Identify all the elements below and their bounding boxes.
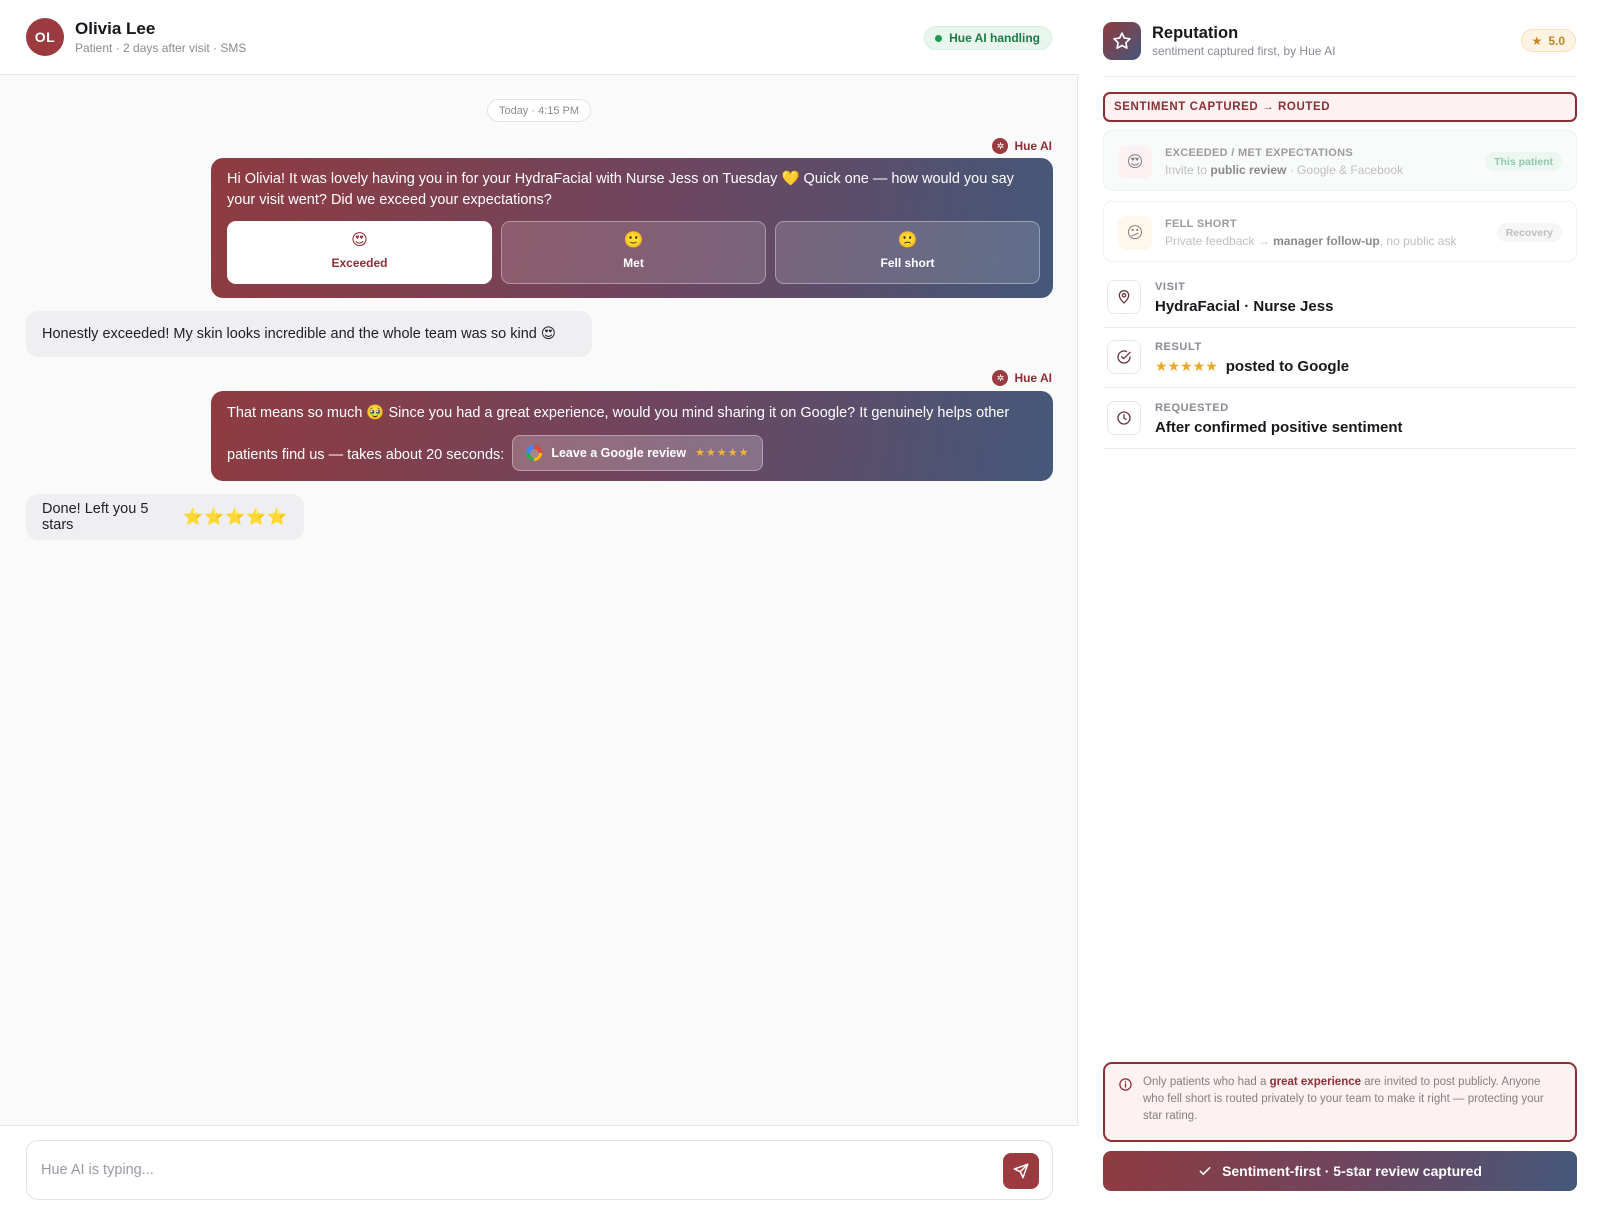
choice-label: Exceeded (331, 255, 388, 270)
status-dot-icon (935, 34, 943, 42)
composer-box (26, 1140, 1053, 1200)
info-value: After confirmed positive sentiment (1155, 419, 1403, 436)
info-value: HydraFacial · Nurse Jess (1155, 298, 1334, 315)
hue-ai-icon: ✲ (992, 138, 1009, 154)
timestamp-chip: Today · 4:15 PM (487, 99, 591, 122)
check-icon (1199, 1167, 1211, 1175)
frown-emoji-icon: 🙁 (897, 231, 918, 249)
confused-emoji-icon: 😕 (1118, 216, 1152, 250)
ai-sender-label: Hue AI (1014, 371, 1052, 385)
chat-header: OL Olivia Lee Patient · 2 days after vis… (0, 0, 1078, 75)
smile-emoji-icon: 🙂 (623, 231, 644, 249)
star-icon: ★ (1531, 33, 1543, 48)
info-row-requested: REQUESTED After confirmed positive senti… (1103, 389, 1577, 449)
info-label: REQUESTED (1155, 402, 1229, 414)
choice-fell-short-button[interactable]: 🙁 Fell short (775, 221, 1040, 284)
map-pin-icon (1107, 280, 1141, 314)
info-icon (1118, 1077, 1133, 1098)
section-label: SENTIMENT CAPTURED → ROUTED (1103, 92, 1577, 122)
google-logo-icon (526, 445, 543, 462)
info-row-visit: VISIT HydraFacial · Nurse Jess (1103, 268, 1577, 328)
heart-eyes-emoji-icon: 😍 (1118, 145, 1152, 179)
cta-label: Sentiment-first · 5-star review captured (1222, 1163, 1482, 1179)
route-badge: This patient (1485, 152, 1562, 171)
info-label: RESULT (1155, 341, 1202, 353)
ai-message-text: Hi Olivia! It was lovely having you in f… (227, 171, 1014, 208)
ai-status-badge: Hue AI handling (924, 26, 1052, 50)
clock-icon (1107, 401, 1141, 435)
choice-exceeded-button[interactable]: 😍 Exceeded (227, 221, 492, 284)
route-card-negative[interactable]: 😕 FELL SHORT Private feedback → manager … (1103, 201, 1577, 262)
stars-icon: ★★★★★ (1155, 358, 1218, 374)
choice-label: Fell short (880, 255, 935, 270)
route-badge: Recovery (1496, 223, 1562, 242)
sentiment-choices: 😍 Exceeded 🙂 Met 🙁 Fell short (227, 221, 1040, 284)
route-description: Private feedback → manager follow-up, no… (1165, 234, 1457, 248)
patient-message-bubble: Done! Left you 5 stars ⭐⭐⭐⭐⭐ (26, 494, 304, 540)
ai-message-bubble: That means so much 🥹 Since you had a gre… (211, 391, 1053, 481)
patient-message-text: Honestly exceeded! My skin looks incredi… (42, 326, 537, 342)
route-title: FELL SHORT (1165, 218, 1237, 230)
ai-sender-tag: ✲ Hue AI (992, 370, 1052, 386)
send-button[interactable] (1003, 1153, 1039, 1189)
choice-met-button[interactable]: 🙂 Met (501, 221, 766, 284)
ai-status-label: Hue AI handling (949, 31, 1040, 45)
hue-ai-icon: ✲ (992, 370, 1009, 386)
patient-message-bubble: Honestly exceeded! My skin looks incredi… (26, 311, 592, 357)
avatar[interactable]: OL (26, 18, 64, 56)
chat-pane: OL Olivia Lee Patient · 2 days after vis… (0, 0, 1078, 1213)
route-description: Invite to public review · Google & Faceb… (1165, 163, 1404, 177)
google-review-label: Leave a Google review (551, 446, 687, 461)
rating-value: 5.0 (1548, 33, 1565, 48)
heart-eyes-emoji-icon: 😍 (351, 231, 368, 249)
divider (1103, 76, 1576, 77)
contact-subtitle: Patient · 2 days after visit · SMS (75, 41, 247, 55)
policy-note: Only patients who had a great experience… (1103, 1062, 1577, 1142)
ai-sender-tag: ✲ Hue AI (992, 138, 1052, 154)
star-outline-icon (1103, 22, 1141, 60)
ai-message-bubble: Hi Olivia! It was lovely having you in f… (211, 158, 1053, 298)
heart-eyes-emoji-icon: 😍 (540, 326, 556, 342)
ai-sender-label: Hue AI (1014, 139, 1052, 153)
message-input[interactable] (41, 1141, 1001, 1199)
choice-label: Met (623, 255, 644, 270)
contact-name: Olivia Lee (75, 19, 156, 38)
info-label: VISIT (1155, 281, 1186, 293)
send-icon (1013, 1163, 1029, 1179)
info-value: ★★★★★ posted to Google (1155, 358, 1350, 375)
route-title: EXCEEDED / MET EXPECTATIONS (1165, 147, 1353, 159)
reputation-panel: Reputation sentiment captured first, by … (1079, 0, 1600, 1213)
composer-bar (0, 1125, 1078, 1213)
panel-subtitle: sentiment captured first, by Hue AI (1152, 44, 1336, 58)
panel-title: Reputation (1152, 24, 1239, 42)
star-emoji-icon: ⭐⭐⭐⭐⭐ (183, 509, 288, 526)
stars-icon: ★★★★★ (695, 447, 750, 460)
google-review-button[interactable]: Leave a Google review ★★★★★ (512, 435, 764, 472)
patient-message-text: Done! Left you 5 stars (42, 501, 149, 533)
check-circle-icon (1107, 340, 1141, 374)
review-captured-button[interactable]: Sentiment-first · 5-star review captured (1103, 1151, 1577, 1191)
rating-badge: ★ 5.0 (1520, 29, 1576, 52)
route-card-positive[interactable]: 😍 EXCEEDED / MET EXPECTATIONS Invite to … (1103, 130, 1577, 191)
info-row-result: RESULT ★★★★★ posted to Google (1103, 328, 1577, 388)
